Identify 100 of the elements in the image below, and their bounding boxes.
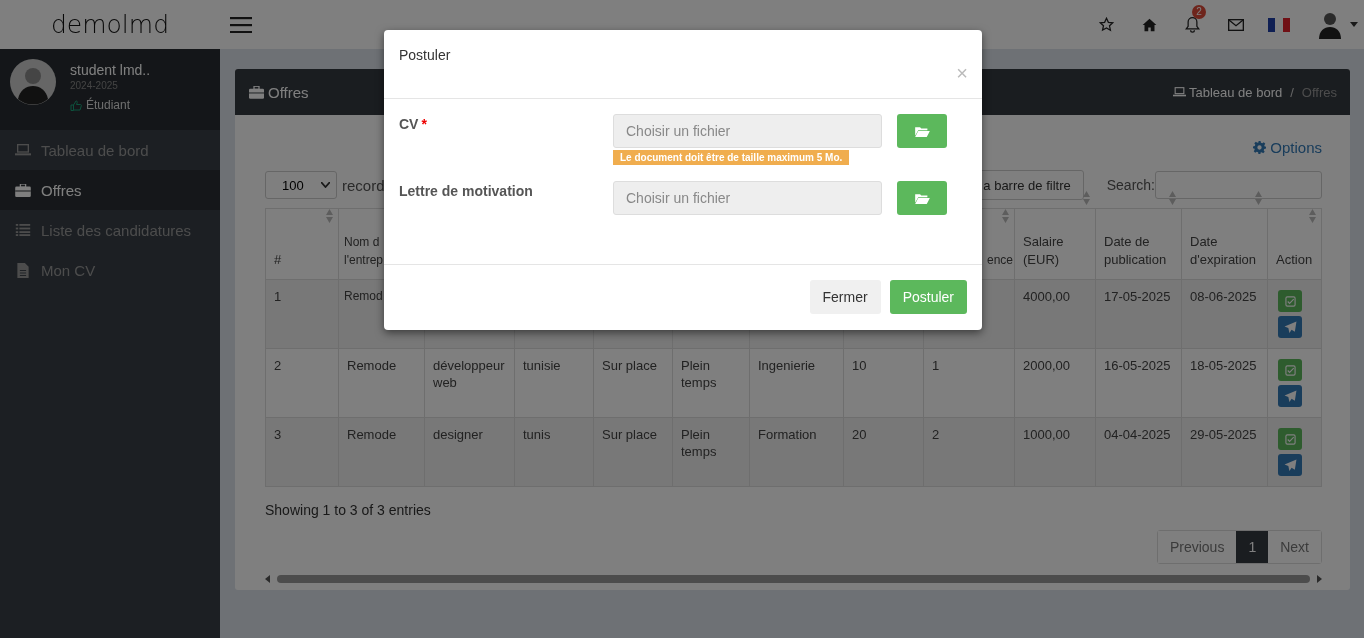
scroll-left-icon[interactable] <box>265 575 270 583</box>
list-icon <box>15 224 31 236</box>
chevron-down-icon <box>321 182 330 188</box>
table-cell: 08-06-2025 <box>1190 289 1257 304</box>
thumbs-up-icon <box>70 99 82 111</box>
paper-plane-icon <box>1283 458 1297 472</box>
close-dialog-button[interactable]: Fermer <box>809 280 881 314</box>
table-cell: Sur place <box>602 358 657 373</box>
laptop-icon <box>1172 87 1186 97</box>
breadcrumb-separator: / <box>1290 84 1294 100</box>
search-field[interactable] <box>1155 171 1322 199</box>
size-warning-label: Le document doit être de taille maximum 5 Mo. <box>613 150 850 165</box>
check-button[interactable] <box>1278 290 1302 312</box>
checkbox-icon <box>1284 364 1296 376</box>
column-header-label: Date d'expiration <box>1190 233 1258 269</box>
user-name: student lmd.. <box>70 62 151 78</box>
table-cell: Sur place <box>602 427 657 442</box>
column-header-label: Action <box>1276 251 1314 269</box>
table-cell: Remod <box>344 289 383 303</box>
sort-icon <box>1083 191 1090 205</box>
paper-plane-icon <box>1283 320 1297 334</box>
table-cell: 18-05-2025 <box>1190 358 1257 373</box>
submit-button[interactable]: Postuler <box>889 280 967 314</box>
table-cell: 17-05-2025 <box>1104 289 1171 304</box>
browse-file-button[interactable] <box>897 181 947 215</box>
modal-title: Postuler <box>399 47 451 63</box>
sort-icon <box>326 209 333 223</box>
table-cell: tunisie <box>523 358 561 373</box>
send-button[interactable] <box>1278 316 1302 338</box>
file-input-field[interactable]: Choisir un fichier <box>613 181 882 215</box>
star-icon[interactable] <box>1099 17 1114 32</box>
document-icon <box>15 262 31 278</box>
check-button[interactable] <box>1278 359 1302 381</box>
scroll-right-icon[interactable] <box>1317 575 1322 583</box>
check-button[interactable] <box>1278 428 1302 450</box>
table-cell: Plein temps <box>681 358 717 390</box>
user-avatar-icon[interactable] <box>1318 10 1342 39</box>
table-cell: 2 <box>932 427 940 442</box>
table-cell: 16-05-2025 <box>1104 358 1171 373</box>
table-cell: 2000,00 <box>1023 358 1070 373</box>
table-info: Showing 1 to 3 of 3 entries <box>265 502 432 518</box>
required-mark: * <box>421 115 427 132</box>
file-input-field[interactable]: Choisir un fichier <box>613 114 882 148</box>
column-header-label: Salaire (EUR) <box>1023 233 1065 269</box>
envelope-icon[interactable] <box>1228 18 1244 31</box>
settings-icon <box>1253 140 1267 154</box>
folder-icon <box>914 192 930 204</box>
page-length-select[interactable]: 100 <box>265 171 337 199</box>
sort-icon <box>1169 191 1176 205</box>
table-cell: 1000,00 <box>1023 427 1070 442</box>
menu-button[interactable] <box>228 14 254 35</box>
table-cell: designer <box>433 427 483 442</box>
page-title: Offres <box>268 83 309 101</box>
page-button[interactable]: 1 <box>1236 531 1269 563</box>
browse-file-button[interactable] <box>897 114 947 148</box>
send-button[interactable] <box>1278 454 1302 476</box>
flag-icon[interactable] <box>1268 17 1290 32</box>
column-header[interactable]: # <box>265 208 339 280</box>
table-cell: Plein temps <box>681 427 717 459</box>
table-cell: développeur web <box>433 358 505 390</box>
table-cell: 04-04-2025 <box>1104 427 1171 442</box>
checkbox-icon <box>1284 295 1296 307</box>
table-cell: 1 <box>932 358 940 373</box>
table-cell: 10 <box>852 358 867 373</box>
breadcrumb-link[interactable]: Tableau de bord <box>1172 84 1283 100</box>
checkbox-icon <box>1284 433 1296 445</box>
table-cell: Ingenierie <box>758 358 816 373</box>
sort-icon <box>1002 209 1009 223</box>
column-header-label: ence <box>986 252 1013 269</box>
home-icon[interactable] <box>1142 17 1157 32</box>
table-cell: 4000,00 <box>1023 289 1070 304</box>
notification-badge: 2 <box>1192 5 1206 19</box>
user-avatar-icon <box>10 59 56 105</box>
table-cell: 1 <box>274 289 282 304</box>
sidebar-item[interactable]: Offres <box>0 170 220 210</box>
sort-icon <box>1309 209 1316 223</box>
table-cell: 3 <box>274 427 282 442</box>
folder-icon <box>914 125 930 137</box>
table-cell: 20 <box>852 427 867 442</box>
briefcase-icon <box>249 85 264 99</box>
brand-logo[interactable]: demolmd <box>50 10 170 39</box>
table-cell: Formation <box>758 427 817 442</box>
paper-plane-icon <box>1283 389 1297 403</box>
field-label: Lettre de motivation <box>399 182 533 199</box>
search-label: Search: <box>1106 177 1155 193</box>
table-cell: Remode <box>347 427 397 442</box>
caret-icon[interactable] <box>1350 22 1358 27</box>
column-header-label: # <box>274 251 283 269</box>
table-cell: 2 <box>274 358 282 373</box>
column-header-label: Date de publication <box>1104 233 1168 269</box>
table-cell: Remode <box>347 358 397 373</box>
user-role: Étudiant <box>86 98 131 112</box>
send-button[interactable] <box>1278 385 1302 407</box>
table-cell: 29-05-2025 <box>1190 427 1257 442</box>
horizontal-scrollbar[interactable] <box>265 572 1322 586</box>
options-link[interactable]: Options <box>1253 137 1322 157</box>
bell-icon[interactable] <box>1185 16 1200 33</box>
column-header[interactable]: Action <box>1267 208 1322 280</box>
sort-icon <box>1255 191 1262 205</box>
page-length-label: record <box>342 176 385 194</box>
